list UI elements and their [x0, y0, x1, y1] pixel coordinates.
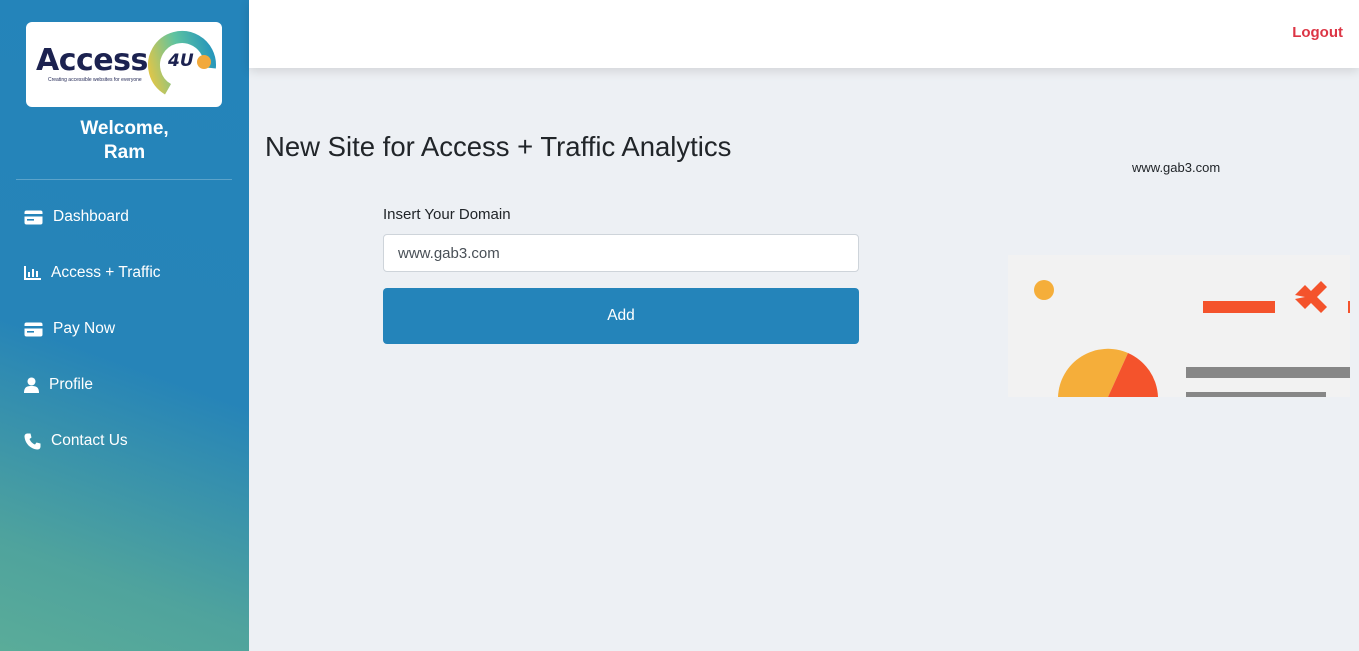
logo-badge: 4U [168, 51, 194, 71]
sidebar-divider [16, 179, 232, 180]
sidebar-item-profile[interactable]: Profile [24, 373, 93, 397]
sidebar-item-contact-us[interactable]: Contact Us [24, 429, 128, 453]
logo: Access 4U Creating accessible websites f… [26, 22, 222, 107]
analytics-illustration-icon [1034, 280, 1350, 397]
welcome-greeting: Welcome, [80, 118, 169, 139]
domain-input[interactable] [383, 234, 859, 272]
top-bar: Logout [249, 0, 1359, 68]
phone-icon [24, 433, 41, 449]
welcome-username: Ram [103, 142, 146, 163]
sidebar-item-dashboard[interactable]: Dashboard [24, 205, 129, 229]
sidebar-item-access-traffic[interactable]: Access + Traffic [24, 261, 161, 285]
credit-card-icon [24, 322, 43, 336]
logo-tagline: Creating accessible websites for everyon… [48, 77, 142, 83]
sidebar: Access 4U Creating accessible websites f… [0, 0, 249, 651]
user-icon [24, 377, 39, 393]
sidebar-item-pay-now[interactable]: Pay Now [24, 317, 115, 341]
logout-link[interactable]: Logout [1292, 24, 1343, 41]
domain-field-label: Insert Your Domain [383, 206, 511, 223]
add-button[interactable]: Add [383, 288, 859, 344]
sidebar-item-label: Profile [49, 376, 93, 393]
page-title: New Site for Access + Traffic Analytics [265, 131, 732, 162]
credit-card-icon [24, 210, 43, 224]
logo-text: Access [36, 43, 148, 78]
sidebar-item-label: Access + Traffic [51, 264, 161, 281]
sidebar-item-label: Pay Now [53, 320, 116, 337]
welcome-message: Welcome, Ram [0, 117, 249, 165]
bar-chart-icon [24, 266, 41, 280]
sidebar-item-label: Dashboard [53, 208, 129, 225]
sidebar-item-label: Contact Us [51, 432, 128, 449]
domain-display: www.gab3.com [1132, 160, 1221, 175]
analytics-illustration [1008, 255, 1350, 397]
